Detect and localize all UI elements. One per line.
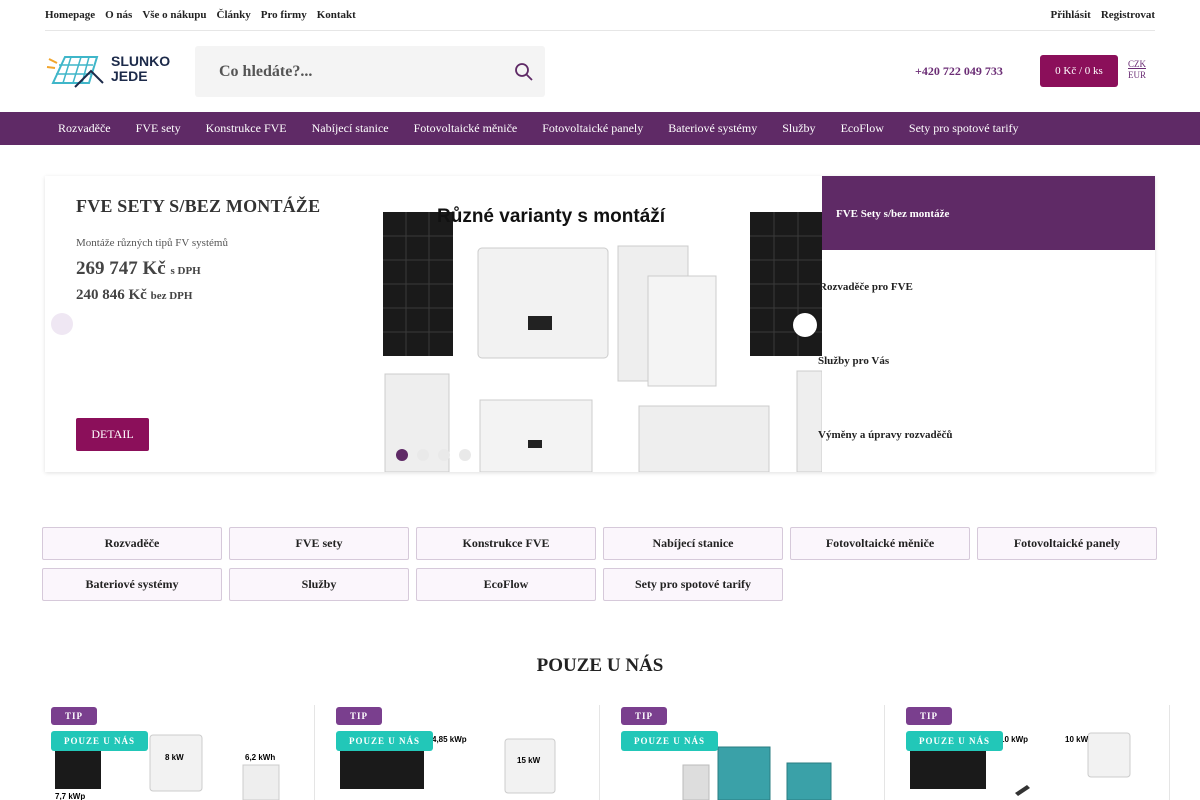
nav-menice[interactable]: Fotovoltaické měniče — [414, 121, 518, 136]
cat-tile-spotove[interactable]: Sety pro spotové tarify — [603, 568, 783, 601]
product-list: 8 kW 6,2 kWh 7,7 kWp TIP POUZE U NÁS 4,8… — [45, 705, 1185, 800]
top-links: Homepage O nás Vše o nákupu Články Pro f… — [45, 9, 356, 21]
carousel-dot-2[interactable] — [417, 449, 429, 461]
detail-button[interactable]: DETAIL — [76, 418, 149, 451]
top-link-about[interactable]: O nás — [105, 9, 132, 21]
product-label: 15 kW — [517, 756, 541, 765]
category-nav: Rozvaděče FVE sety Konstrukce FVE Nabíje… — [0, 112, 1200, 145]
login-link[interactable]: Přihlásit — [1050, 9, 1090, 21]
product-card[interactable]: 8 kW 6,2 kWh 7,7 kWp TIP POUZE U NÁS — [45, 705, 315, 800]
price-with-vat: 269 747 Kč s DPH — [76, 258, 201, 279]
slide-heading: Různé varianty s montáží — [437, 206, 666, 227]
top-link-articles[interactable]: Články — [217, 9, 251, 21]
tip-badge: TIP — [906, 707, 953, 725]
exclusive-badge: POUZE U NÁS — [51, 731, 149, 751]
currency-switch: CZK EUR — [1128, 59, 1146, 81]
nav-nabijeci-stanice[interactable]: Nabíjecí stanice — [312, 121, 389, 136]
product-label: 6,2 kWh — [245, 753, 275, 762]
nav-sluzby[interactable]: Služby — [782, 121, 815, 136]
cart-button[interactable]: 0 Kč / 0 ks — [1040, 55, 1118, 87]
top-link-shopping-info[interactable]: Vše o nákupu — [142, 9, 206, 21]
cat-tile-panely[interactable]: Fotovoltaické panely — [977, 527, 1157, 560]
nav-spotove-tarify[interactable]: Sety pro spotové tarify — [909, 121, 1019, 136]
logo-text: SLUNKO JEDE — [111, 53, 171, 84]
side-item-vymeny[interactable]: Výměny a úpravy rozvaděčů — [818, 429, 953, 441]
hero-title: FVE SETY S/BEZ MONTÁŽE — [76, 196, 321, 216]
nav-fve-sety[interactable]: FVE sety — [136, 121, 181, 136]
exclusive-badge: POUZE U NÁS — [621, 731, 719, 751]
product-label: 10 kW — [1065, 735, 1089, 744]
hero-carousel: FVE SETY S/BEZ MONTÁŽE Montáže různých t… — [45, 176, 1155, 472]
side-item-fve-sety[interactable]: FVE Sety s/bez montáže — [822, 176, 1155, 250]
search-box — [195, 46, 545, 97]
price-without-vat: 240 846 Kč bez DPH — [76, 287, 193, 303]
carousel-dot-3[interactable] — [438, 449, 450, 461]
tip-badge: TIP — [336, 707, 383, 725]
phone-number[interactable]: +420 722 049 733 — [915, 64, 1003, 79]
product-label: 10 kWp — [1000, 735, 1028, 744]
nav-bateriove-systemy[interactable]: Bateriové systémy — [668, 121, 757, 136]
side-item-rozvadece[interactable]: Rozvaděče pro FVE — [819, 281, 913, 293]
product-card[interactable]: 10 kWp 10 kW TIP POUZE U NÁS — [900, 705, 1170, 800]
search-icon[interactable] — [513, 61, 535, 83]
search-input[interactable] — [195, 46, 495, 97]
tip-badge: TIP — [51, 707, 98, 725]
cat-tile-menice[interactable]: Fotovoltaické měniče — [790, 527, 970, 560]
carousel-next-button[interactable] — [793, 313, 817, 337]
carousel-dot-1[interactable] — [396, 449, 408, 461]
cat-tile-sluzby[interactable]: Služby — [229, 568, 409, 601]
carousel-dot-4[interactable] — [459, 449, 471, 461]
section-title: POUZE U NÁS — [536, 655, 664, 676]
hero-subtitle: Montáže různých tipů FV systémů — [76, 237, 228, 249]
logo[interactable]: SLUNKO JEDE — [45, 49, 170, 89]
top-link-homepage[interactable]: Homepage — [45, 9, 95, 21]
cat-tile-fve-sety[interactable]: FVE sety — [229, 527, 409, 560]
currency-eur[interactable]: EUR — [1128, 70, 1146, 81]
carousel-prev-button[interactable] — [51, 313, 73, 335]
slide-image — [383, 212, 822, 472]
register-link[interactable]: Registrovat — [1101, 9, 1155, 21]
top-link-contact[interactable]: Kontakt — [317, 9, 356, 21]
top-bar: Homepage O nás Vše o nákupu Články Pro f… — [45, 0, 1155, 31]
cat-tile-ecoflow[interactable]: EcoFlow — [416, 568, 596, 601]
nav-ecoflow[interactable]: EcoFlow — [841, 121, 884, 136]
nav-panely[interactable]: Fotovoltaické panely — [542, 121, 643, 136]
product-card[interactable]: TIP POUZE U NÁS — [615, 705, 885, 800]
product-card[interactable]: 4,85 kWp 15 kW TIP POUZE U NÁS — [330, 705, 600, 800]
top-link-business[interactable]: Pro firmy — [261, 9, 307, 21]
product-label: 7,7 kWp — [55, 792, 85, 800]
cat-tile-rozvadece[interactable]: Rozvaděče — [42, 527, 222, 560]
side-item-sluzby[interactable]: Služby pro Vás — [818, 355, 889, 367]
cat-tile-baterie[interactable]: Bateriové systémy — [42, 568, 222, 601]
solar-house-icon — [46, 56, 104, 88]
site-header: SLUNKO JEDE +420 722 049 733 0 Kč / 0 ks… — [45, 31, 1155, 112]
hero-side-menu: FVE Sety s/bez montáže Rozvaděče pro FVE… — [818, 176, 1155, 472]
product-label: 8 kW — [165, 753, 184, 762]
product-label: 4,85 kWp — [432, 735, 467, 744]
carousel-dots — [396, 449, 471, 461]
auth-links: Přihlásit Registrovat — [1050, 9, 1155, 21]
wrench-icon — [1015, 785, 1030, 796]
nav-konstrukce-fve[interactable]: Konstrukce FVE — [206, 121, 287, 136]
cat-tile-nabijeci[interactable]: Nabíjecí stanice — [603, 527, 783, 560]
tip-badge: TIP — [621, 707, 668, 725]
nav-rozvadece[interactable]: Rozvaděče — [58, 121, 111, 136]
category-grid: Rozvaděče FVE sety Konstrukce FVE Nabíje… — [42, 527, 1158, 601]
exclusive-badge: POUZE U NÁS — [906, 731, 1004, 751]
exclusive-badge: POUZE U NÁS — [336, 731, 434, 751]
cat-tile-konstrukce[interactable]: Konstrukce FVE — [416, 527, 596, 560]
currency-czk[interactable]: CZK — [1128, 59, 1146, 70]
